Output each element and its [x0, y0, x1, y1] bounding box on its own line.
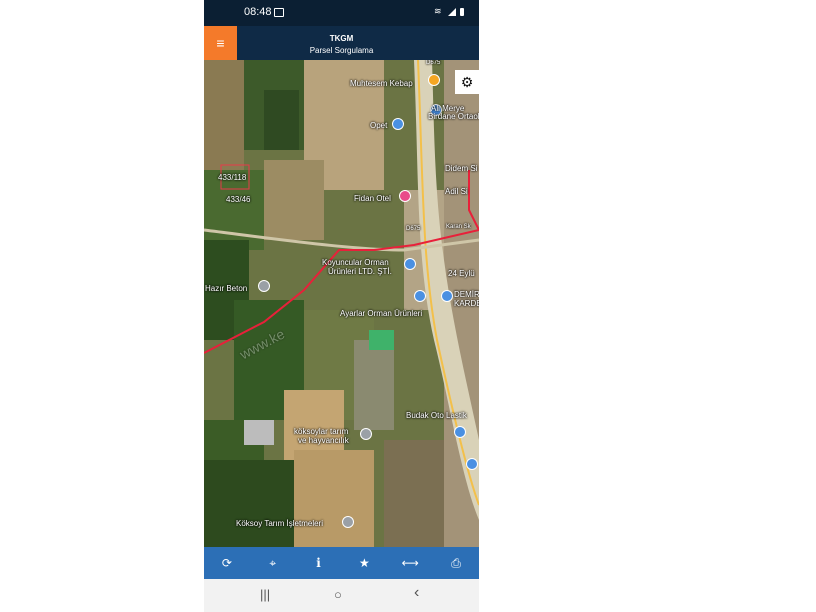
location-pin-icon[interactable]	[342, 516, 354, 528]
shop-pin-icon[interactable]	[404, 258, 416, 270]
info-button[interactable]: i	[296, 547, 342, 579]
map-label: Koyuncular Orman	[322, 258, 389, 267]
print-button[interactable]: ⎙	[433, 547, 479, 579]
map-label: Fidan Otel	[354, 194, 391, 203]
map-label: Adil Si	[445, 187, 468, 196]
map-label: 24 Eylü	[448, 269, 475, 278]
bottom-toolbar: ⟳ ⌖ i ★ ⟷ ⎙	[204, 547, 479, 579]
wifi-icon: ≋	[434, 6, 442, 16]
satellite-map[interactable]: Muhtesem Kebap Ali Merye Birdane Ortaoku…	[204, 60, 479, 547]
app-header: TKGM Parsel Sorgulama ≡	[204, 26, 479, 60]
map-label: Birdane Ortaoku	[428, 112, 479, 121]
map-label: Köksoy Tarım İşletmeleri	[236, 519, 323, 528]
map-label: ve hayvancılık	[298, 436, 349, 445]
map-label: Hazır Beton	[205, 284, 248, 293]
hotel-pin-icon[interactable]	[399, 190, 411, 202]
image-notification-icon	[274, 8, 284, 17]
map-label: Didem Si	[445, 164, 478, 173]
gear-icon: ⚙	[460, 74, 474, 90]
shop-pin-icon[interactable]	[441, 290, 453, 302]
print-icon: ⎙	[451, 556, 461, 570]
map-label: DEMİR	[454, 290, 479, 299]
app-title: TKGM	[329, 34, 354, 43]
recents-button[interactable]: |||	[260, 587, 270, 602]
measure-button[interactable]: ⟷	[387, 547, 433, 579]
locate-icon: ⌖	[269, 556, 277, 570]
food-pin-icon[interactable]	[428, 74, 440, 86]
phone-screen: 08:48 ≋ TKGM Parsel Sorgulama ≡ Muhtesem…	[204, 0, 479, 612]
refresh-button[interactable]: ⟳	[204, 547, 250, 579]
battery-icon	[460, 8, 464, 16]
back-button[interactable]: ‹	[414, 584, 419, 602]
map-label: Ayarlar Orman Ürünleri	[340, 309, 423, 318]
locate-button[interactable]: ⌖	[250, 547, 296, 579]
parcel-label[interactable]: 433/46	[226, 195, 250, 204]
road-label: D675	[426, 60, 441, 66]
fuel-pin-icon[interactable]	[392, 118, 404, 130]
map-imagery	[204, 60, 479, 547]
status-time: 08:48	[244, 6, 272, 18]
info-icon: i	[316, 556, 321, 570]
map-label: Muhtesem Kebap	[350, 79, 413, 88]
measure-icon: ⟷	[401, 556, 419, 570]
map-label: Opet	[370, 121, 388, 130]
menu-button[interactable]: ≡	[204, 26, 237, 60]
star-icon: ★	[359, 556, 370, 570]
shop-pin-icon[interactable]	[466, 458, 478, 470]
hamburger-icon: ≡	[216, 35, 225, 51]
street-label: Karan Sk	[446, 224, 471, 230]
map-label: KARDE	[454, 299, 479, 308]
map-label: köksoylar tarım	[294, 427, 349, 436]
system-nav-bar: ||| ○ ‹	[204, 579, 479, 612]
shop-pin-icon[interactable]	[454, 426, 466, 438]
map-label: Budak Oto Lastik	[406, 411, 467, 420]
road-label: D675	[406, 226, 421, 232]
location-pin-icon[interactable]	[360, 428, 372, 440]
location-pin-icon[interactable]	[258, 280, 270, 292]
favorite-button[interactable]: ★	[341, 547, 387, 579]
parcel-label[interactable]: 433/118	[218, 173, 246, 182]
map-label: Ürünleri LTD. ŞTİ.	[328, 267, 392, 276]
settings-button[interactable]: ⚙	[455, 70, 479, 94]
refresh-icon: ⟳	[221, 556, 232, 570]
signal-icon	[448, 8, 456, 16]
home-button[interactable]: ○	[334, 587, 342, 602]
shop-pin-icon[interactable]	[414, 290, 426, 302]
status-bar: 08:48 ≋	[204, 0, 479, 26]
app-subtitle: Parsel Sorgulama	[309, 46, 374, 55]
